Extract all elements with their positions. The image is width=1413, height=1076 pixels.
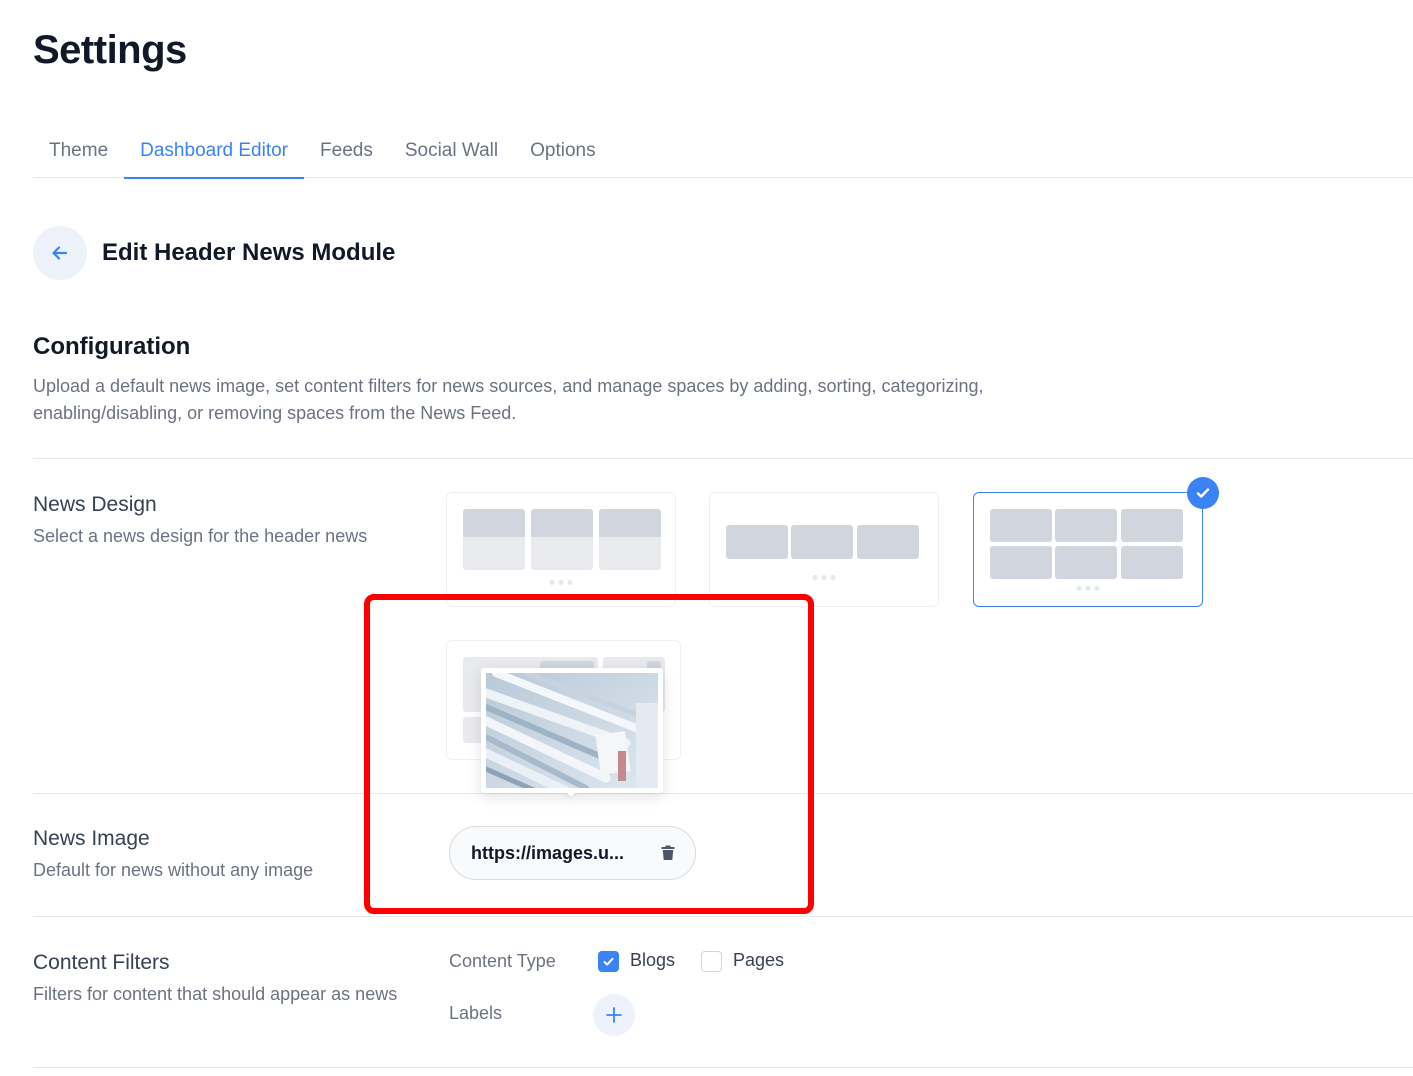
trash-icon	[661, 845, 675, 860]
design-option-single-row[interactable]	[709, 492, 939, 607]
check-icon	[1196, 488, 1210, 498]
divider	[33, 793, 1413, 794]
plus-icon	[606, 1007, 622, 1023]
content-filters-title: Content Filters	[33, 951, 170, 974]
tab-theme[interactable]: Theme	[33, 130, 124, 178]
tab-bar: Theme Dashboard Editor Feeds Social Wall…	[33, 130, 1413, 179]
content-filters-subtitle: Filters for content that should appear a…	[33, 984, 398, 1004]
tab-options[interactable]: Options	[514, 130, 611, 178]
arrow-left-icon	[52, 246, 68, 260]
selected-badge	[1187, 477, 1219, 509]
divider	[33, 916, 1413, 917]
configuration-title: Configuration	[33, 333, 191, 360]
tab-dashboard-editor[interactable]: Dashboard Editor	[124, 130, 304, 179]
news-image-url-field[interactable]: https://images.u...	[449, 826, 696, 880]
news-image-url-value: https://images.u...	[471, 842, 625, 863]
labels-label: Labels	[449, 1003, 503, 1023]
module-title: Edit Header News Module	[102, 239, 396, 266]
tooltip-caret	[565, 791, 577, 797]
design-option-grid-two-rows[interactable]	[973, 492, 1203, 607]
pagination-dots	[812, 575, 836, 580]
tab-social-wall[interactable]: Social Wall	[389, 130, 514, 178]
check-icon	[603, 957, 614, 966]
news-image-preview	[486, 673, 658, 788]
back-button[interactable]	[33, 226, 87, 280]
design-option-cards-with-text[interactable]	[446, 492, 676, 607]
pagination-dots	[549, 580, 573, 585]
news-design-subtitle: Select a news design for the header news	[33, 526, 368, 546]
image-preview-tooltip	[481, 668, 663, 793]
divider	[33, 1067, 1413, 1068]
blogs-label: Blogs	[630, 950, 676, 970]
pagination-dots	[1076, 586, 1100, 591]
add-label-button[interactable]	[593, 994, 635, 1036]
delete-image-button[interactable]	[661, 845, 675, 861]
news-image-subtitle: Default for news without any image	[33, 860, 314, 880]
news-design-title: News Design	[33, 493, 157, 516]
blogs-checkbox[interactable]	[598, 951, 619, 972]
tab-feeds[interactable]: Feeds	[304, 130, 389, 178]
page-title: Settings	[33, 28, 187, 72]
content-type-label: Content Type	[449, 951, 556, 971]
configuration-description: Upload a default news image, set content…	[33, 376, 984, 423]
editor-header: Edit Header News Module	[33, 226, 395, 280]
pages-label: Pages	[733, 950, 785, 970]
divider	[33, 458, 1413, 459]
news-image-title: News Image	[33, 827, 150, 850]
pages-checkbox[interactable]	[701, 951, 722, 972]
